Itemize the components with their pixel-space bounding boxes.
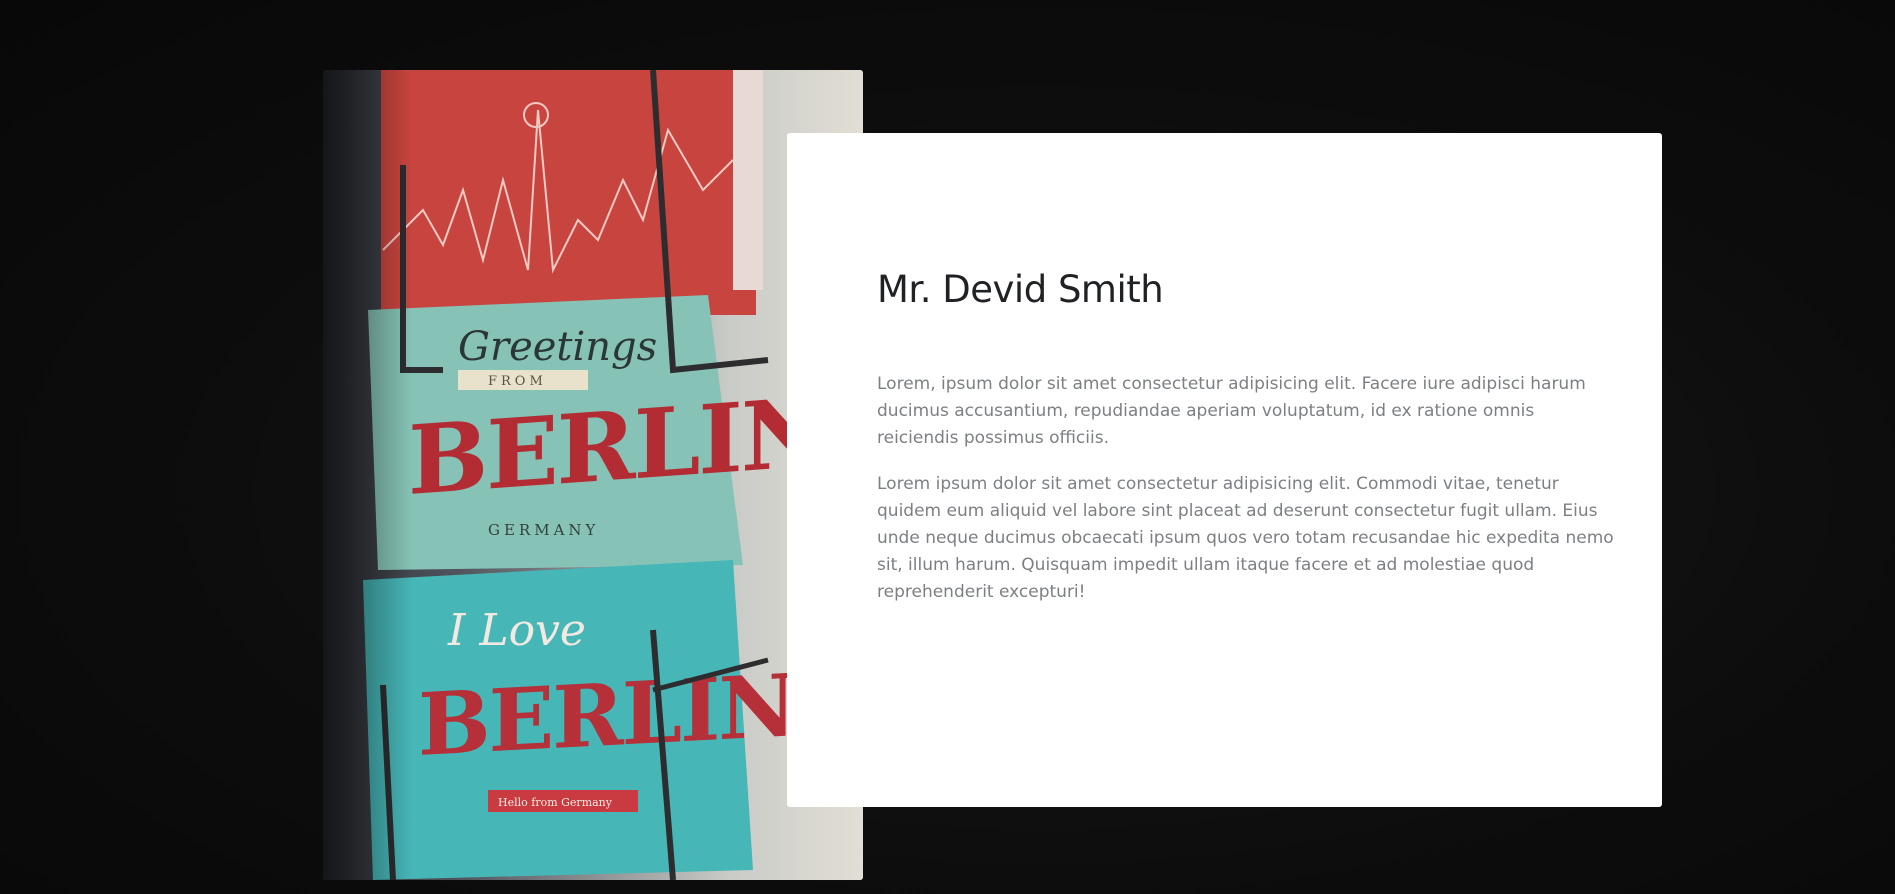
i-love-berlin-postcard: I Love BERLIN Hello from Germany bbox=[363, 560, 795, 880]
svg-text:FROM: FROM bbox=[488, 374, 547, 389]
svg-text:GERMANY: GERMANY bbox=[488, 521, 599, 539]
svg-text:Hello from Germany: Hello from Germany bbox=[498, 796, 613, 809]
profile-paragraph-2: Lorem ipsum dolor sit amet consectetur a… bbox=[877, 474, 1614, 602]
profile-paragraph-1: Lorem, ipsum dolor sit amet consectetur … bbox=[877, 374, 1586, 448]
page-stage: Greetings FROM BERLIN GERMANY I Love BER… bbox=[0, 0, 1895, 894]
profile-card: Mr. Devid Smith Lorem, ipsum dolor sit a… bbox=[787, 133, 1662, 807]
postcards-photo: Greetings FROM BERLIN GERMANY I Love BER… bbox=[323, 70, 863, 880]
red-postcard bbox=[381, 70, 763, 315]
svg-text:I Love: I Love bbox=[447, 605, 586, 656]
greetings-text: Greetings bbox=[458, 324, 657, 370]
svg-text:BERLIN: BERLIN bbox=[418, 655, 795, 776]
profile-name: Mr. Devid Smith bbox=[877, 268, 1164, 311]
